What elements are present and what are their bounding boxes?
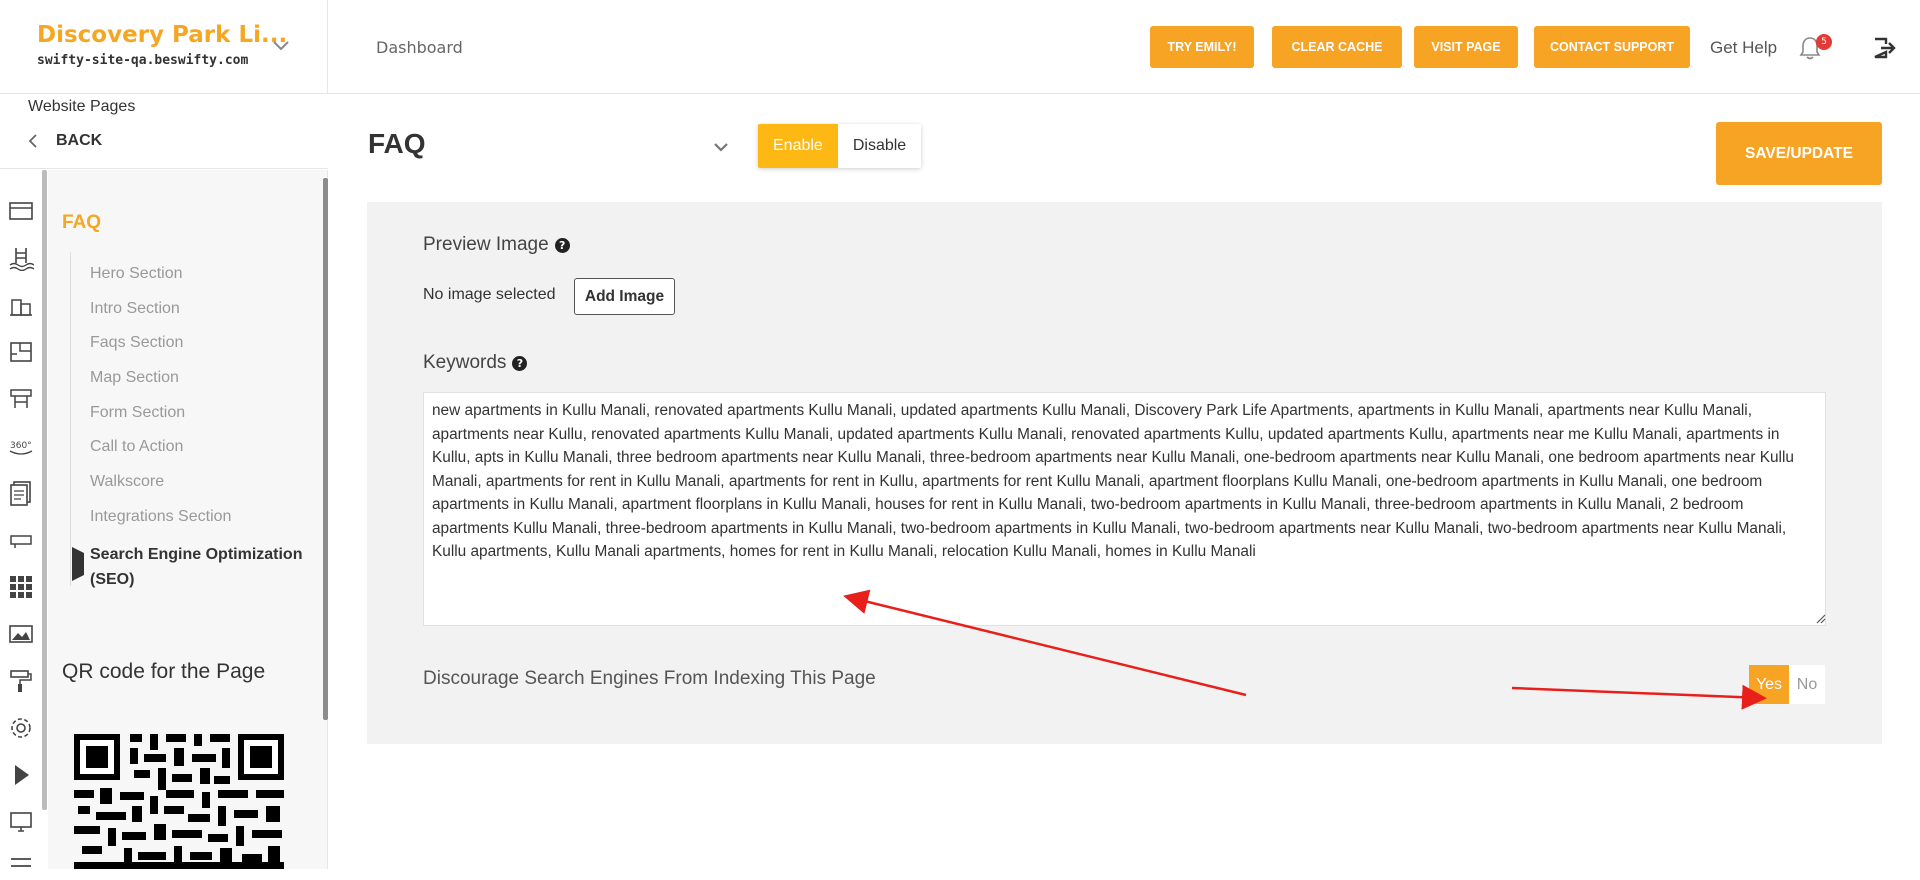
help-icon[interactable]: ? [512,355,528,371]
svg-text:360°: 360° [10,441,32,451]
menu-icon[interactable] [8,854,34,880]
section-map[interactable]: Map Section [90,369,179,387]
qr-code-title: QR code for the Page [62,660,266,683]
back-label: BACK [56,132,103,149]
amenities-icon[interactable] [8,386,34,412]
logout-icon[interactable] [1872,36,1898,60]
browser-window-icon[interactable] [8,198,34,224]
sections-scrollbar[interactable] [323,178,328,720]
preview-image-text: Preview Image [423,234,549,255]
gear-icon[interactable] [8,715,34,741]
section-walkscore[interactable]: Walkscore [90,473,164,491]
chevron-down-icon[interactable] [710,136,732,158]
website-pages-label: Website Pages [28,98,136,115]
section-faqs[interactable]: Faqs Section [90,334,183,352]
active-marker-icon [72,547,84,581]
disable-button[interactable]: Disable [837,124,922,168]
keywords-textarea[interactable]: new apartments in Kullu Manali, renovate… [423,392,1826,626]
section-seo[interactable]: Search Engine Optimization (SEO) [90,542,310,592]
notification-badge: 5 [1816,34,1832,50]
section-integrations[interactable]: Integrations Section [90,508,231,526]
top-header: Dashboard TRY EMILY! CLEAR CACHE VISIT P… [328,0,1920,94]
discourage-indexing-toggle: Yes No [1749,665,1825,704]
seo-settings-card: Preview Image ? No image selected Add Im… [367,202,1882,744]
section-form[interactable]: Form Section [90,404,185,422]
enable-button[interactable]: Enable [758,124,838,168]
divider [0,168,328,169]
no-button[interactable]: No [1789,665,1825,704]
buildings-icon[interactable] [8,292,34,318]
site-name: Discovery Park Li... [37,22,288,48]
section-call-to-action[interactable]: Call to Action [90,438,183,456]
qr-code-image [74,734,284,869]
documents-icon[interactable] [8,480,34,506]
monitor-icon[interactable] [8,809,34,835]
chevron-down-icon[interactable] [270,34,292,56]
paint-roller-icon[interactable] [8,668,34,694]
page-title: FAQ [368,128,426,159]
visit-page-button[interactable]: VISIT PAGE [1414,26,1518,68]
preview-image-label: Preview Image ? [423,234,570,256]
grid-icon[interactable] [8,574,34,600]
no-image-text: No image selected [423,286,556,303]
get-help-link[interactable]: Get Help [1710,38,1777,58]
discourage-indexing-label: Discourage Search Engines From Indexing … [423,668,876,689]
floorplan-icon[interactable] [8,339,34,365]
resize-handle-icon[interactable] [1816,614,1826,624]
section-hero[interactable]: Hero Section [90,265,183,283]
enable-disable-toggle: Enable Disable [758,124,922,168]
section-intro[interactable]: Intro Section [90,300,180,318]
pool-icon[interactable] [8,245,34,271]
back-button[interactable]: BACK [28,132,102,150]
360-view-icon[interactable]: 360° [8,433,34,459]
yes-button[interactable]: Yes [1749,665,1789,704]
keycard-icon[interactable] [8,527,34,553]
breadcrumb[interactable]: Dashboard [376,38,463,57]
keywords-text: Keywords [423,352,507,373]
add-image-button[interactable]: Add Image [574,278,675,315]
site-brand-panel: Discovery Park Li... swifty-site-qa.besw… [0,0,328,94]
chevron-left-icon [28,134,37,148]
icon-rail: 360° [0,170,44,869]
site-domain: swifty-site-qa.beswifty.com [37,53,249,68]
rail-scrollbar[interactable] [42,170,47,810]
divider [70,252,71,586]
sections-page-title[interactable]: FAQ [62,212,101,234]
keywords-label: Keywords ? [423,352,528,374]
save-update-button[interactable]: SAVE/UPDATE [1716,122,1882,185]
contact-support-button[interactable]: CONTACT SUPPORT [1534,26,1690,68]
clear-cache-button[interactable]: CLEAR CACHE [1272,26,1402,68]
play-icon[interactable] [8,762,34,788]
image-icon[interactable] [8,621,34,647]
try-emily-button[interactable]: TRY EMILY! [1150,26,1254,68]
help-icon[interactable]: ? [554,237,570,253]
